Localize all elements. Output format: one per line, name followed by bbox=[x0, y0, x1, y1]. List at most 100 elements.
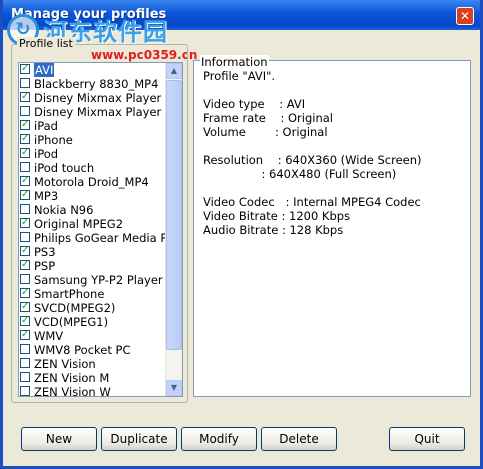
profile-item-label: ZEN Vision W bbox=[34, 385, 111, 397]
profile-list-item[interactable]: ✓ SmartPhone bbox=[19, 287, 167, 301]
information-text: Profile "AVI". Video type : AVI Frame rate… bbox=[203, 69, 422, 237]
profile-checkbox[interactable]: ✓ bbox=[20, 134, 30, 144]
profile-list-item[interactable]: ✓ iPad bbox=[19, 119, 167, 133]
quit-button[interactable]: Quit bbox=[389, 427, 465, 451]
profile-checkbox[interactable] bbox=[20, 344, 30, 354]
profile-item-label: MP3 bbox=[34, 189, 59, 203]
profile-list-item[interactable]: ✓ AVI bbox=[19, 63, 167, 77]
profile-list-item[interactable]: WMV8 Pocket PC bbox=[19, 343, 167, 357]
profile-checkbox[interactable]: ✓ bbox=[20, 218, 30, 228]
profile-checkbox[interactable] bbox=[20, 274, 30, 284]
duplicate-button[interactable]: Duplicate bbox=[101, 427, 177, 451]
profile-checkbox[interactable] bbox=[20, 358, 30, 368]
profile-item-label: Disney Mixmax Player bbox=[34, 91, 162, 105]
profile-item-label: Philips GoGear Media Play bbox=[34, 231, 167, 245]
modify-button[interactable]: Modify bbox=[181, 427, 257, 451]
profile-list-item[interactable]: Disney Mixmax Player Plu bbox=[19, 105, 167, 119]
information-line bbox=[203, 181, 422, 195]
profile-item-label: Disney Mixmax Player Plu bbox=[34, 105, 167, 119]
information-line: Video Codec : Internal MPEG4 Codec bbox=[203, 195, 421, 209]
information-panel: Information Profile "AVI". Video type : A… bbox=[193, 55, 471, 397]
profile-checkbox[interactable]: ✓ bbox=[20, 190, 30, 200]
profile-checkbox[interactable]: ✓ bbox=[20, 176, 30, 186]
profile-checkbox[interactable]: ✓ bbox=[20, 302, 30, 312]
title-bar[interactable]: Manage your profiles ✕ bbox=[3, 0, 480, 30]
profile-checkbox[interactable]: ✓ bbox=[20, 92, 30, 102]
manage-profiles-window: Manage your profiles ✕ ↻ 河东软件园 www.pc035… bbox=[0, 0, 483, 469]
profile-list-item[interactable]: ✓ PSP bbox=[19, 259, 167, 273]
information-line: Frame rate : Original bbox=[203, 111, 333, 125]
profile-item-label: Motorola Droid_MP4 bbox=[34, 175, 149, 189]
profile-item-label: SVCD(MPEG2) bbox=[34, 301, 116, 315]
profile-checkbox[interactable]: ✓ bbox=[20, 148, 30, 158]
profile-list-item[interactable]: Blackberry 8830_MP4 bbox=[19, 77, 167, 91]
profile-list-item[interactable]: iPod touch bbox=[19, 161, 167, 175]
profile-checkbox[interactable] bbox=[20, 106, 30, 116]
profile-item-label: Samsung YP-P2 Player bbox=[34, 273, 163, 287]
information-line: Video type : AVI bbox=[203, 97, 306, 111]
profile-list-item[interactable]: ✓ iPod bbox=[19, 147, 167, 161]
window-title: Manage your profiles bbox=[11, 7, 167, 22]
new-button[interactable]: New bbox=[21, 427, 97, 451]
profile-list-item[interactable]: ✓ PS3 bbox=[19, 245, 167, 259]
profile-items: ✓ AVI Blackberry 8830_MP4 ✓ Disney Mixmax Pl… bbox=[19, 63, 167, 397]
profile-list-item[interactable]: ✓ iPhone bbox=[19, 133, 167, 147]
profile-item-label: WMV bbox=[34, 329, 64, 343]
profile-list-item[interactable]: ✓ WMV bbox=[19, 329, 167, 343]
information-line bbox=[203, 139, 422, 153]
delete-button[interactable]: Delete bbox=[261, 427, 337, 451]
profile-item-label: SmartPhone bbox=[34, 287, 105, 301]
information-line: Audio Bitrate : 128 Kbps bbox=[203, 223, 344, 237]
close-icon[interactable]: ✕ bbox=[456, 7, 474, 25]
profile-list-item[interactable]: ✓ Original MPEG2 bbox=[19, 217, 167, 231]
profile-list-item[interactable]: Samsung YP-P2 Player bbox=[19, 273, 167, 287]
profile-item-label: PS3 bbox=[34, 245, 56, 259]
profile-item-label: Original MPEG2 bbox=[34, 217, 124, 231]
information-line: : 640X480 (Full Screen) bbox=[203, 167, 397, 181]
profile-item-label: PSP bbox=[34, 259, 56, 273]
scroll-thumb[interactable] bbox=[166, 80, 182, 350]
profile-list-item[interactable]: Nokia N96 bbox=[19, 203, 167, 217]
profile-list-scrollbar[interactable]: ▲ ▼ bbox=[165, 63, 182, 396]
profile-listbox[interactable]: ✓ AVI Blackberry 8830_MP4 ✓ Disney Mixmax Pl… bbox=[18, 62, 183, 397]
profile-list-item[interactable]: ZEN Vision M bbox=[19, 371, 167, 385]
profile-checkbox[interactable] bbox=[20, 162, 30, 172]
profile-checkbox[interactable]: ✓ bbox=[20, 64, 30, 74]
profile-checkbox[interactable] bbox=[20, 232, 30, 242]
profile-checkbox[interactable]: ✓ bbox=[20, 330, 30, 340]
profile-checkbox[interactable] bbox=[20, 372, 30, 382]
profile-item-label: iPod bbox=[34, 147, 59, 161]
profile-checkbox[interactable]: ✓ bbox=[20, 120, 30, 130]
profile-list-item[interactable]: ✓ VCD(MPEG1) bbox=[19, 315, 167, 329]
profile-list-item[interactable]: Philips GoGear Media Play bbox=[19, 231, 167, 245]
profile-checkbox[interactable]: ✓ bbox=[20, 260, 30, 270]
profile-checkbox[interactable] bbox=[20, 78, 30, 88]
scroll-up-arrow-icon[interactable]: ▲ bbox=[166, 63, 182, 79]
information-line bbox=[203, 83, 422, 97]
profile-item-label: iPhone bbox=[34, 133, 73, 147]
profile-item-label: iPod touch bbox=[34, 161, 95, 175]
profile-checkbox[interactable] bbox=[20, 204, 30, 214]
scroll-down-arrow-icon[interactable]: ▼ bbox=[166, 380, 182, 396]
profile-item-label: ZEN Vision M bbox=[34, 371, 110, 385]
information-label: Information bbox=[200, 55, 269, 69]
profile-list-item[interactable]: ZEN Vision bbox=[19, 357, 167, 371]
profile-checkbox[interactable]: ✓ bbox=[20, 288, 30, 298]
information-line: Profile "AVI". bbox=[203, 69, 276, 83]
profile-list-label: Profile list bbox=[17, 37, 75, 50]
information-line: Volume : Original bbox=[203, 125, 328, 139]
profile-checkbox[interactable]: ✓ bbox=[20, 316, 30, 326]
profile-checkbox[interactable]: ✓ bbox=[20, 246, 30, 256]
profile-list-item[interactable]: ✓ SVCD(MPEG2) bbox=[19, 301, 167, 315]
information-line: Video Bitrate : 1200 Kbps bbox=[203, 209, 351, 223]
profile-list-item[interactable]: ZEN Vision W bbox=[19, 385, 167, 397]
profile-item-label: iPad bbox=[34, 119, 58, 133]
profile-list-item[interactable]: ✓ Motorola Droid_MP4 bbox=[19, 175, 167, 189]
profile-item-label: WMV8 Pocket PC bbox=[34, 343, 131, 357]
profile-list-item[interactable]: ✓ Disney Mixmax Player bbox=[19, 91, 167, 105]
profile-item-label: Blackberry 8830_MP4 bbox=[34, 77, 159, 91]
profile-item-label: VCD(MPEG1) bbox=[34, 315, 109, 329]
information-line: Resolution : 640X360 (Wide Screen) bbox=[203, 153, 422, 167]
profile-list-item[interactable]: ✓ MP3 bbox=[19, 189, 167, 203]
profile-checkbox[interactable] bbox=[20, 386, 30, 396]
